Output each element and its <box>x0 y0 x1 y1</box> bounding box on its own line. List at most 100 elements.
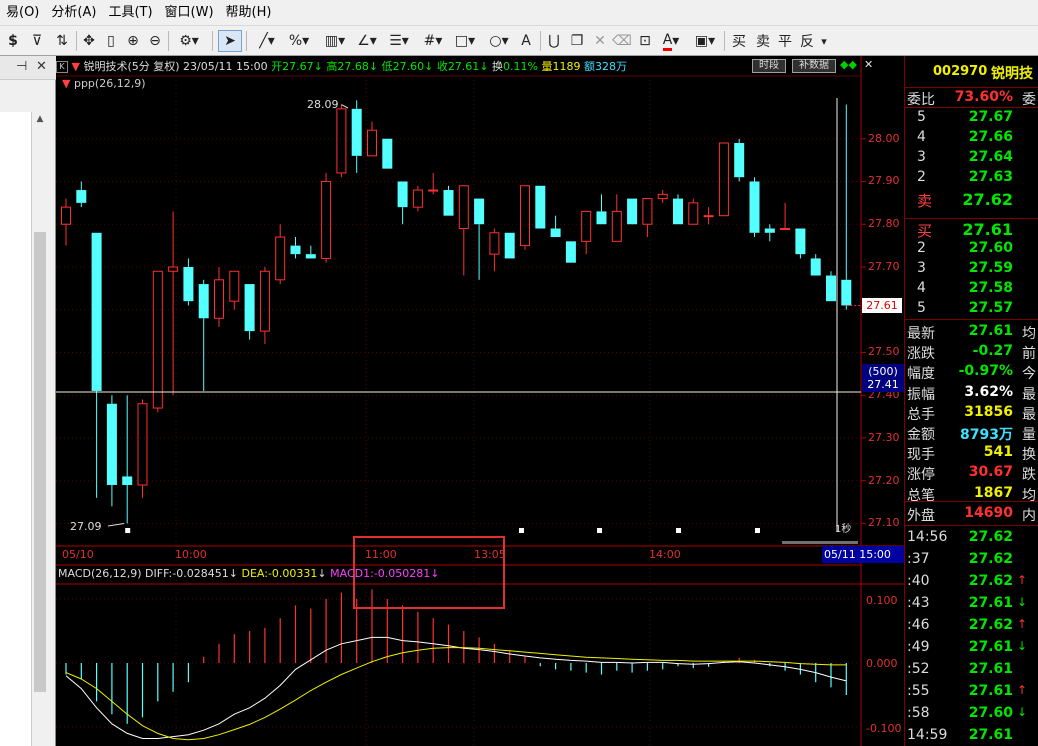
candle-body <box>168 266 179 272</box>
angle-tool-icon[interactable]: ∠▾ <box>352 30 382 52</box>
time-label-1400: 14:00 <box>649 548 681 561</box>
chart-svg[interactable] <box>56 56 904 746</box>
candle-body <box>642 198 653 225</box>
left-scrollbar[interactable]: ▲ <box>32 112 48 746</box>
candle-body <box>458 185 469 230</box>
save-icon[interactable]: ▣▾ <box>690 30 720 52</box>
time-scrollbar[interactable] <box>782 541 858 544</box>
candle-body <box>474 198 485 225</box>
stat-row: 总手 31856 最 <box>907 403 1036 423</box>
pin-icon[interactable]: ⊣ <box>16 59 27 74</box>
candle <box>275 224 286 285</box>
fib-tool-icon[interactable]: ☰▾ <box>384 30 414 52</box>
candle-body <box>673 198 683 225</box>
candle-body <box>718 142 729 217</box>
sync-status-icon[interactable]: ◆◆ <box>840 58 858 74</box>
menu-trade[interactable]: 易(O) <box>0 0 45 26</box>
last-price-label: 27.61 <box>862 298 902 313</box>
toolbar: $ ⊽ ⇅ ✥ ▯ ⊕ ⊖ ⚙▾ ➤ ╱▾ %▾ ▥▾ ∠▾ ☰▾ #▾ □▾ … <box>0 26 1038 56</box>
buy-button[interactable]: 买 <box>728 30 750 52</box>
flat-button[interactable]: 平 <box>774 30 796 52</box>
buy-level-row[interactable]: 2 27.60 <box>905 239 1038 259</box>
macd-diff: -0.028451 <box>172 567 229 580</box>
crosshair-price-label: (500) 27.41 <box>862 364 904 392</box>
supplement-data-button[interactable]: 补数据 <box>792 59 836 73</box>
menu-help[interactable]: 帮助(H) <box>220 0 278 26</box>
tick-row: 14:59 27.61 <box>907 727 1013 743</box>
candle-body <box>795 228 806 255</box>
current-time-label: 05/11 15:00 <box>822 546 904 563</box>
stat-row: 涨跌 -0.27 前 <box>907 343 1036 363</box>
candle <box>810 254 821 276</box>
candle-body <box>535 185 546 229</box>
macd-dea: -0.00331 <box>267 567 318 580</box>
dea-line <box>65 647 847 741</box>
scroll-thumb[interactable] <box>34 232 46 692</box>
timeframe-button[interactable]: 时段 <box>752 59 786 73</box>
time-label-1100: 11:00 <box>365 548 397 561</box>
menu-tools[interactable]: 工具(T) <box>102 0 158 26</box>
buy-level-row[interactable]: 4 27.58 <box>905 279 1038 299</box>
move-icon[interactable]: ✥ <box>78 30 100 52</box>
sync-icon[interactable]: ⇅ <box>50 30 74 52</box>
sell-button[interactable]: 卖 <box>752 30 774 52</box>
macd-header: MACD(26,12,9) DIFF:-0.028451↓ DEA:-0.003… <box>58 567 440 580</box>
fit-icon[interactable]: ▯ <box>100 30 122 52</box>
buy-level-row[interactable]: 5 27.57 <box>905 299 1038 319</box>
magnet-icon[interactable]: ⋃ <box>544 30 564 52</box>
lock-icon[interactable]: ⊡ <box>634 30 656 52</box>
macd-title: MACD(26,12,9) <box>58 567 142 580</box>
header-volume: 1189 <box>552 60 581 73</box>
sell-level-row[interactable]: 3 27.64 <box>905 148 1038 168</box>
candle <box>489 228 500 272</box>
text-tool-icon[interactable]: A <box>516 30 536 52</box>
zoom-out-icon[interactable]: ⊖ <box>144 30 166 52</box>
candle <box>290 237 301 259</box>
trash-icon[interactable]: ⌫ <box>612 30 632 52</box>
menu-analysis[interactable]: 分析(A) <box>45 0 102 26</box>
toolbar-more-icon[interactable]: ▾ <box>818 30 830 52</box>
candle <box>152 270 163 413</box>
pointer-icon[interactable]: ➤ <box>218 30 242 52</box>
grid-tool-icon[interactable]: #▾ <box>418 30 448 52</box>
candle <box>443 185 454 216</box>
ruler-tool-icon[interactable]: ▥▾ <box>318 30 352 52</box>
filter-icon[interactable]: ⊽ <box>24 30 50 52</box>
candle-body <box>382 138 393 169</box>
candle-body <box>61 206 71 225</box>
chart-area[interactable]: K ▼ 锐明技术(5分 复权) 23/05/11 15:00 开27.67↓ 高… <box>56 56 904 746</box>
buy-level-row[interactable]: 3 27.59 <box>905 259 1038 279</box>
sell-level-row[interactable]: 4 27.66 <box>905 128 1038 148</box>
candle-body <box>780 228 791 231</box>
sell-level-row[interactable]: 5 27.67 <box>905 108 1038 128</box>
settings-gear-icon[interactable]: ⚙▾ <box>172 30 206 52</box>
candle <box>244 284 255 340</box>
rect-tool-icon[interactable]: □▾ <box>450 30 480 52</box>
scroll-up-icon[interactable]: ▲ <box>34 114 46 126</box>
marker-square <box>519 528 524 533</box>
header-k-icon[interactable]: K <box>56 61 68 73</box>
sell-level-row[interactable]: 2 27.63 <box>905 168 1038 188</box>
circle-tool-icon[interactable]: ○▾ <box>484 30 514 52</box>
stat-row: 幅度 -0.97% 今 <box>907 363 1036 383</box>
candle-body <box>244 284 255 332</box>
percent-tool-icon[interactable]: %▾ <box>284 30 314 52</box>
copy-icon[interactable]: ❐ <box>566 30 588 52</box>
chart-close-icon[interactable]: ✕ <box>864 58 882 74</box>
close-icon[interactable]: ✕ <box>36 59 47 74</box>
menu-window[interactable]: 窗口(W) <box>159 0 220 26</box>
zoom-in-icon[interactable]: ⊕ <box>122 30 144 52</box>
candle <box>183 258 194 306</box>
reverse-button[interactable]: 反 <box>796 30 818 52</box>
delete-icon[interactable]: ✕ <box>590 30 610 52</box>
candle-body <box>734 143 745 178</box>
stock-name: 锐明技 <box>991 66 1033 82</box>
line-tool-icon[interactable]: ╱▾ <box>252 30 282 52</box>
candle <box>474 198 485 280</box>
buy-level-row[interactable]: 买 27.61 <box>905 219 1038 240</box>
time-label-date: 05/10 <box>62 548 94 561</box>
price-axis-label: 27.30 <box>868 430 900 444</box>
sell-level-row[interactable]: 卖 27.62 <box>905 189 1038 210</box>
dollar-button[interactable]: $ <box>2 30 24 52</box>
font-color-icon[interactable]: A ▾ <box>656 30 686 52</box>
